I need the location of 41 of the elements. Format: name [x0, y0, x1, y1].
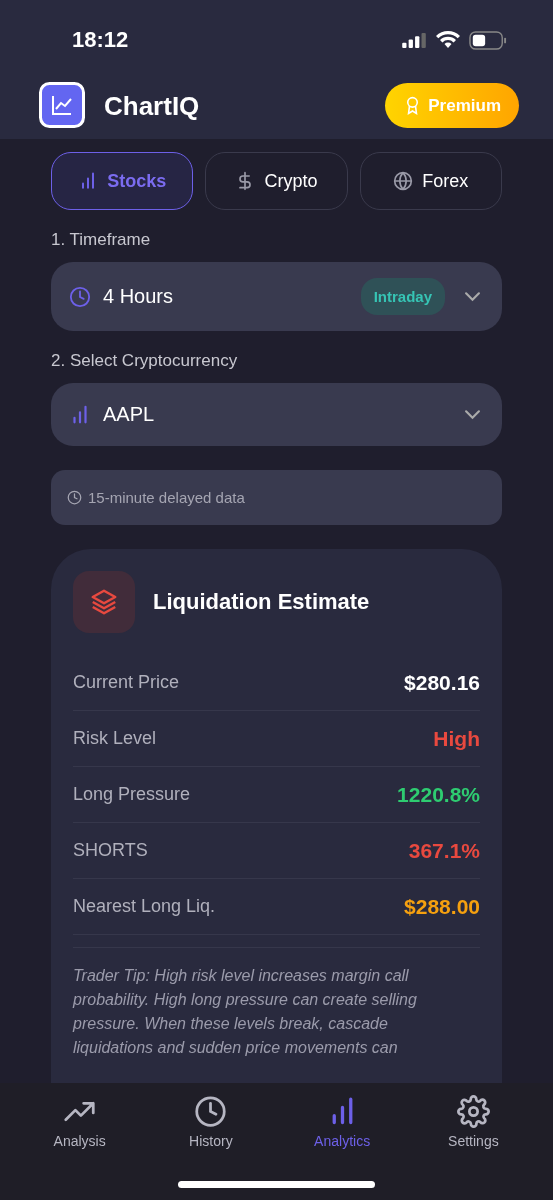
- app-title: ChartIQ: [104, 91, 201, 122]
- market-tab[interactable]: Stocks: [51, 152, 194, 210]
- clock-icon: [194, 1095, 228, 1128]
- nav-tab[interactable]: Settings: [407, 1083, 539, 1150]
- chevron-down-icon: [465, 410, 480, 419]
- nav-tab[interactable]: Analysis: [14, 1083, 146, 1150]
- timeframe-select[interactable]: 4 Hours Intraday: [51, 262, 502, 331]
- clock-icon: [69, 285, 91, 308]
- nav-tab[interactable]: Analytics: [276, 1083, 408, 1150]
- selected-value: 4 Hours: [103, 285, 175, 308]
- chevron-down-icon: [465, 292, 480, 301]
- market-tab[interactable]: Forex: [359, 152, 502, 210]
- metric-value: $280.16: [404, 670, 480, 695]
- intraday-badge: Intraday: [360, 278, 445, 315]
- field-label: 1. Timeframe: [51, 230, 152, 250]
- gear-icon: [456, 1095, 490, 1128]
- metric-label: Nearest Long Liq.: [73, 896, 216, 917]
- globe-icon: [393, 171, 414, 191]
- selected-value: AAPL: [103, 403, 156, 426]
- metric-value: $288.00: [404, 894, 480, 919]
- app-logo-icon: [39, 82, 85, 128]
- metric-label: SHORTS: [73, 840, 148, 861]
- nav-tab[interactable]: History: [145, 1083, 277, 1150]
- battery-icon: [469, 30, 507, 50]
- metric-label: Current Price: [73, 672, 180, 693]
- metric-value: 367.1%: [408, 838, 480, 863]
- card-title: Liquidation Estimate: [153, 589, 370, 615]
- trader-tip-text: Trader Tip: High risk level increases margin call probability. High long pressure can create selling pressure. When these levels break, cascade liquidations and sudden price movements can: [73, 947, 480, 1060]
- metric-value: 1220.8%: [397, 782, 480, 807]
- metric-value: High: [433, 726, 480, 751]
- signal-icon: [401, 32, 427, 48]
- symbol-select[interactable]: AAPL: [51, 383, 502, 446]
- metric-label: Long Pressure: [73, 784, 191, 805]
- field-label: 2. Select Cryptocurrency: [51, 351, 239, 371]
- metric-label: Risk Level: [73, 728, 157, 749]
- clock-icon: [67, 490, 82, 505]
- status-time: 18:12: [72, 27, 130, 53]
- layers-icon: [73, 571, 135, 633]
- wifi-icon: [436, 31, 460, 49]
- notice-text: 15-minute delayed data: [88, 489, 245, 506]
- market-tab[interactable]: Crypto: [205, 152, 348, 210]
